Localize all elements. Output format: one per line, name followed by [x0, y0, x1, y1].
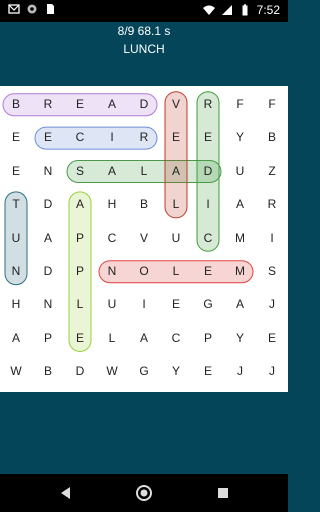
grid-cell[interactable]: J — [256, 355, 288, 388]
grid-cell[interactable]: D — [128, 88, 160, 121]
grid-cell[interactable]: D — [32, 255, 64, 288]
grid-cell[interactable]: W — [96, 355, 128, 388]
grid-cell[interactable]: P — [64, 222, 96, 255]
grid-cell[interactable]: R — [256, 188, 288, 221]
grid-cell[interactable]: I — [256, 222, 288, 255]
wifi-icon — [202, 5, 215, 15]
grid-cell[interactable]: U — [160, 222, 192, 255]
grid-cell[interactable]: O — [128, 255, 160, 288]
grid-cell[interactable]: N — [96, 255, 128, 288]
grid-cell[interactable]: R — [32, 88, 64, 121]
grid-cell[interactable]: C — [192, 222, 224, 255]
signal-icon — [221, 5, 232, 15]
grid-cell[interactable]: E — [192, 355, 224, 388]
grid-cell[interactable]: A — [160, 155, 192, 188]
back-icon[interactable] — [57, 484, 75, 502]
grid-cell[interactable]: Y — [224, 121, 256, 154]
grid-cell[interactable]: F — [224, 88, 256, 121]
grid-cell[interactable]: H — [0, 288, 32, 321]
grid-cell[interactable]: C — [96, 222, 128, 255]
grid-cell[interactable]: L — [96, 322, 128, 355]
grid-cell[interactable]: B — [128, 188, 160, 221]
grid-cell[interactable]: I — [96, 121, 128, 154]
grid-cell[interactable]: D — [64, 355, 96, 388]
grid-cell[interactable]: P — [64, 255, 96, 288]
grid-cell[interactable]: G — [192, 288, 224, 321]
home-icon[interactable] — [135, 484, 153, 502]
grid-cell[interactable]: F — [256, 88, 288, 121]
grid-cell[interactable]: A — [0, 322, 32, 355]
grid-cell[interactable]: I — [192, 188, 224, 221]
grid-cell[interactable]: W — [0, 355, 32, 388]
grid-cell[interactable]: L — [160, 255, 192, 288]
grid-cell[interactable]: E — [256, 322, 288, 355]
grid-cell[interactable]: S — [64, 155, 96, 188]
grid-cell[interactable]: Y — [160, 355, 192, 388]
grid-cell[interactable]: N — [32, 288, 64, 321]
grid-cell[interactable]: D — [32, 188, 64, 221]
grid-cell[interactable]: A — [32, 222, 64, 255]
grid-cell[interactable]: E — [192, 255, 224, 288]
grid-cell[interactable]: V — [160, 88, 192, 121]
grid-cell[interactable]: E — [0, 121, 32, 154]
mail-icon — [8, 4, 20, 14]
grid-cell[interactable]: M — [224, 222, 256, 255]
grid-cell[interactable]: S — [256, 255, 288, 288]
grid-cell[interactable]: B — [0, 88, 32, 121]
grid-cell[interactable]: B — [32, 355, 64, 388]
grid-cell[interactable]: D — [192, 155, 224, 188]
grid-cell[interactable]: C — [64, 121, 96, 154]
battery-icon — [242, 4, 248, 16]
grid-cell[interactable]: N — [0, 255, 32, 288]
grid-cell[interactable]: A — [224, 188, 256, 221]
grid-cell[interactable]: V — [128, 222, 160, 255]
grid-cell[interactable]: E — [160, 121, 192, 154]
grid-cell[interactable]: Z — [256, 155, 288, 188]
word-grid[interactable]: BREADVRFFEECIREEYBENSALADUZTDAHBLIARUAPC… — [0, 86, 288, 392]
grid-cell[interactable]: N — [32, 155, 64, 188]
grid-cell[interactable]: P — [192, 322, 224, 355]
grid-cell[interactable]: E — [160, 288, 192, 321]
settings-cog-icon — [27, 4, 37, 14]
grid-cell[interactable]: G — [128, 355, 160, 388]
recents-icon[interactable] — [214, 484, 232, 502]
grid-cell[interactable]: B — [256, 121, 288, 154]
grid-cell[interactable]: H — [96, 188, 128, 221]
status-bar: 7:52 — [0, 0, 288, 22]
grid-cell[interactable]: E — [64, 322, 96, 355]
grid-cell[interactable]: E — [0, 155, 32, 188]
grid-cell[interactable]: E — [192, 121, 224, 154]
grid-cell[interactable]: A — [224, 288, 256, 321]
grid-cell[interactable]: R — [128, 121, 160, 154]
grid-cell[interactable]: E — [32, 121, 64, 154]
grid-cell[interactable]: P — [32, 322, 64, 355]
game-header: 8/9 68.1 s LUNCH — [0, 22, 288, 84]
progress-timer: 8/9 68.1 s — [117, 24, 171, 38]
grid-cell[interactable]: U — [96, 288, 128, 321]
grid-cell[interactable]: U — [0, 222, 32, 255]
sim-card-icon — [47, 4, 54, 14]
grid-cell[interactable]: Y — [224, 322, 256, 355]
bottom-panel — [0, 392, 288, 474]
grid-cell[interactable]: I — [128, 288, 160, 321]
grid-cell[interactable]: L — [160, 188, 192, 221]
grid-cell[interactable]: A — [128, 322, 160, 355]
grid-cell[interactable]: C — [160, 322, 192, 355]
grid-cell[interactable]: A — [96, 88, 128, 121]
grid-cell[interactable]: A — [96, 155, 128, 188]
grid-cell[interactable]: R — [192, 88, 224, 121]
grid-cell[interactable]: A — [64, 188, 96, 221]
category-title: LUNCH — [123, 42, 165, 56]
status-time: 7:52 — [256, 3, 280, 17]
grid-cell[interactable]: L — [128, 155, 160, 188]
grid-cell[interactable]: T — [0, 188, 32, 221]
grid-cell[interactable]: E — [64, 88, 96, 121]
grid-cell[interactable]: J — [224, 355, 256, 388]
grid-cell[interactable]: L — [64, 288, 96, 321]
grid-cell[interactable]: U — [224, 155, 256, 188]
grid-cell[interactable]: J — [256, 288, 288, 321]
navigation-bar — [0, 474, 288, 512]
grid-cell[interactable]: M — [224, 255, 256, 288]
